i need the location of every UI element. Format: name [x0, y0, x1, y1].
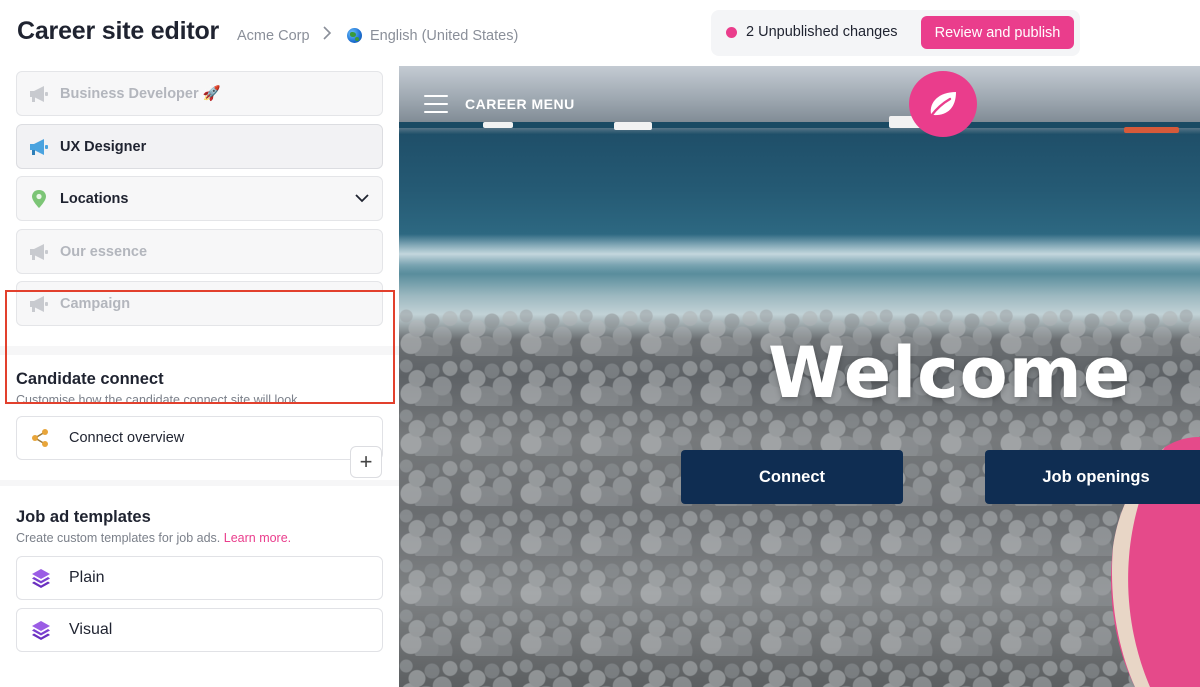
sidebar-item-label: UX Designer [60, 138, 147, 155]
review-and-publish-button[interactable]: Review and publish [921, 16, 1074, 49]
share-nodes-icon [32, 429, 48, 447]
page-title: Career site editor [17, 17, 220, 45]
job-ad-templates-section: Job ad templates Create custom templates… [0, 486, 399, 687]
layers-icon [32, 569, 50, 588]
sidebar-item-our-essence[interactable]: Our essence [16, 229, 383, 274]
chevron-down-icon[interactable] [354, 190, 370, 206]
sidebar-item-business-developer[interactable]: Business Developer 🚀 [16, 71, 383, 116]
breadcrumb-company[interactable]: Acme Corp [237, 28, 310, 44]
background-horizon [399, 122, 1200, 128]
section-title: Job ad templates [16, 508, 151, 526]
boat-image [614, 122, 652, 130]
boat-image [483, 122, 513, 128]
hero-headline: Welcome [768, 332, 1132, 414]
template-item-plain[interactable]: Plain [16, 556, 383, 600]
template-item-visual[interactable]: Visual [16, 608, 383, 652]
megaphone-icon [30, 138, 48, 155]
connect-overview-label: Connect overview [69, 430, 185, 446]
career-menu-label[interactable]: CAREER MENU [465, 96, 575, 112]
layers-icon [32, 621, 50, 640]
sidebar-item-locations[interactable]: Locations [16, 176, 383, 221]
breadcrumb-language[interactable]: English (United States) [370, 28, 518, 44]
sidebar-item-ux-designer[interactable]: UX Designer [16, 124, 383, 169]
template-label: Visual [69, 621, 113, 638]
top-bar: Career site editor Acme Corp English (Un… [0, 0, 1200, 66]
boat-image [1124, 127, 1179, 133]
connect-button[interactable]: Connect [681, 450, 903, 504]
unpublished-changes-status: 2 Unpublished changes [746, 24, 898, 40]
background-wave [399, 234, 1200, 274]
globe-icon [347, 28, 362, 43]
job-openings-button[interactable]: Job openings [985, 450, 1200, 504]
sidebar-item-label: Business Developer 🚀 [60, 86, 221, 102]
sidebar-item-label: Locations [60, 190, 129, 207]
megaphone-icon [30, 243, 48, 260]
connect-overview-item[interactable]: Connect overview [16, 416, 383, 460]
brand-logo [909, 71, 977, 137]
hamburger-menu-icon[interactable] [424, 95, 448, 113]
section-description-text: Create custom templates for job ads. [16, 531, 221, 545]
leaf-icon [929, 92, 956, 118]
candidate-connect-highlight [5, 290, 395, 404]
megaphone-icon [30, 85, 48, 102]
unpublished-dot-icon [726, 27, 737, 38]
chevron-right-icon [323, 26, 332, 40]
add-template-button[interactable]: + [350, 446, 382, 478]
location-pin-icon [32, 189, 46, 208]
template-label: Plain [69, 569, 105, 586]
section-description: Create custom templates for job ads. Lea… [16, 531, 291, 545]
learn-more-link[interactable]: Learn more. [224, 531, 291, 545]
sidebar-item-label: Our essence [60, 243, 148, 260]
